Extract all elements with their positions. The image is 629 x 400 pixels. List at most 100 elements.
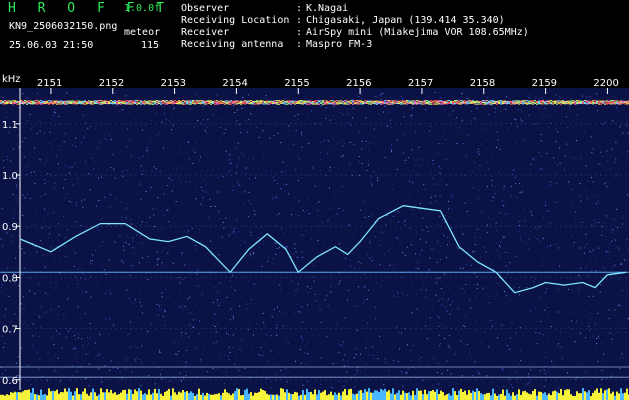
- noise-speck: [47, 294, 49, 296]
- noise-speck: [258, 136, 260, 138]
- noise-speck: [181, 254, 183, 256]
- x-tick-label: 2153: [161, 78, 186, 89]
- spectrum-bin: [152, 392, 154, 400]
- noise-speck: [68, 200, 70, 202]
- noise-speck: [145, 213, 147, 215]
- noise-speck: [64, 274, 66, 276]
- band-pixel: [528, 100, 530, 102]
- noise-speck: [33, 152, 35, 154]
- spectrum-bin: [366, 391, 368, 400]
- noise-speck: [466, 343, 468, 345]
- noise-speck: [302, 384, 304, 386]
- noise-speck: [300, 177, 302, 179]
- noise-speck: [101, 266, 103, 268]
- noise-speck: [301, 306, 303, 308]
- band-pixel: [40, 103, 42, 105]
- spectrum-bin: [272, 394, 274, 400]
- band-pixel: [42, 100, 44, 103]
- noise-speck: [602, 277, 603, 279]
- noise-speck: [196, 274, 198, 276]
- noise-speck: [246, 254, 248, 256]
- noise-speck: [108, 353, 110, 355]
- noise-speck: [393, 295, 395, 297]
- noise-speck: [115, 198, 117, 200]
- band-pixel: [426, 100, 428, 102]
- noise-speck: [479, 341, 481, 343]
- band-pixel: [552, 101, 554, 103]
- noise-speck: [214, 332, 216, 334]
- band-pixel: [210, 103, 212, 105]
- noise-speck: [317, 209, 319, 211]
- noise-speck: [498, 212, 500, 214]
- band-pixel: [2, 101, 4, 103]
- noise-speck: [486, 375, 488, 377]
- band-pixel: [96, 102, 98, 105]
- noise-speck: [514, 118, 516, 120]
- noise-speck: [57, 344, 59, 345]
- noise-speck: [12, 267, 14, 269]
- spectrum-bin: [554, 390, 556, 400]
- noise-speck: [474, 236, 476, 238]
- noise-speck: [470, 307, 472, 309]
- noise-speck: [280, 370, 282, 371]
- noise-speck: [509, 337, 511, 339]
- noise-speck: [270, 386, 272, 388]
- noise-speck: [103, 357, 105, 359]
- spectrum-bin: [578, 393, 580, 400]
- spectrum-bin: [198, 388, 200, 400]
- noise-speck: [283, 375, 285, 377]
- band-pixel: [76, 100, 78, 102]
- noise-speck: [33, 347, 35, 349]
- noise-speck: [532, 299, 534, 301]
- noise-speck: [40, 240, 42, 242]
- spectrum-bin: [8, 395, 10, 400]
- noise-speck: [269, 249, 271, 251]
- noise-speck: [623, 259, 625, 261]
- noise-speck: [245, 322, 247, 324]
- noise-speck: [396, 169, 398, 170]
- noise-speck: [341, 97, 343, 98]
- noise-speck: [221, 236, 223, 238]
- band-pixel: [460, 100, 462, 102]
- noise-speck: [207, 132, 209, 134]
- band-pixel: [102, 102, 104, 104]
- band-pixel: [100, 102, 102, 104]
- noise-speck: [50, 360, 52, 362]
- band-pixel: [388, 103, 390, 105]
- spectrum-bin: [470, 392, 472, 400]
- noise-speck: [339, 111, 341, 113]
- noise-speck: [354, 386, 356, 388]
- band-pixel: [412, 102, 414, 104]
- band-pixel: [454, 103, 456, 105]
- noise-speck: [559, 162, 561, 164]
- spectrum-bin: [108, 392, 110, 400]
- noise-speck: [622, 357, 624, 359]
- band-pixel: [554, 101, 556, 103]
- noise-speck: [225, 150, 227, 152]
- noise-speck: [34, 183, 36, 184]
- noise-speck: [385, 224, 387, 226]
- noise-speck: [250, 342, 252, 344]
- noise-speck: [506, 96, 508, 97]
- noise-speck: [540, 140, 542, 142]
- noise-speck: [436, 262, 438, 263]
- band-pixel: [112, 101, 114, 104]
- band-pixel: [272, 101, 274, 103]
- noise-speck: [157, 386, 159, 388]
- noise-speck: [598, 247, 600, 249]
- band-pixel: [442, 100, 444, 103]
- band-pixel: [610, 101, 612, 103]
- band-pixel: [254, 103, 256, 105]
- noise-speck: [372, 214, 374, 216]
- band-pixel: [218, 103, 220, 105]
- noise-speck: [489, 359, 491, 361]
- noise-speck: [575, 158, 577, 160]
- noise-speck: [476, 151, 478, 153]
- noise-speck: [305, 230, 307, 232]
- band-pixel: [48, 102, 50, 104]
- noise-speck: [359, 371, 361, 372]
- band-pixel: [620, 101, 622, 104]
- noise-speck: [450, 373, 452, 375]
- band-pixel: [550, 103, 552, 105]
- band-pixel: [606, 100, 608, 102]
